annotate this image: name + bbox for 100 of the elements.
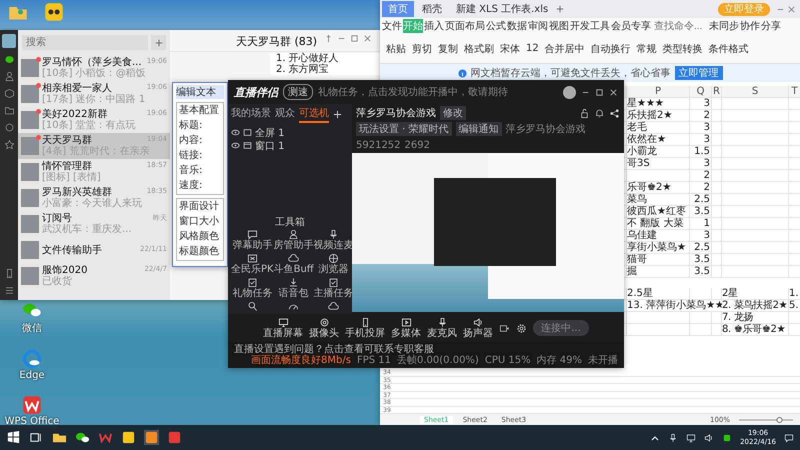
room-setting-button[interactable]: 玩法设置 · 荣耀时代	[356, 122, 452, 136]
toolbar-button[interactable]: 未同步	[709, 19, 739, 33]
column-header[interactable]: R	[711, 86, 721, 97]
menu-icon[interactable]	[4, 285, 14, 296]
scene-tab[interactable]: 可选机	[299, 106, 329, 123]
contacts-icon[interactable]	[4, 71, 14, 82]
tool-button[interactable]: 全民乐PK	[231, 253, 274, 275]
ribbon-button[interactable]: 剪切	[412, 42, 432, 56]
menu-tab[interactable]: 页面布局	[445, 19, 485, 33]
chat-title: 天天罗马群 (83)	[235, 34, 318, 49]
toolbar-button[interactable]: 分享	[761, 19, 781, 33]
edit-button[interactable]: 修改	[440, 106, 466, 120]
column-header[interactable]: S	[721, 86, 788, 97]
column-header[interactable]: T	[788, 86, 800, 97]
table-cell: 2.5	[694, 242, 710, 253]
room-title: 萍乡罗马协会游戏	[356, 106, 436, 120]
stream-control-button[interactable]: 直播屏幕	[263, 317, 304, 339]
ribbon-button[interactable]: 类型转换	[662, 42, 703, 56]
lock-icon[interactable]	[579, 108, 590, 118]
column-header[interactable]: P	[626, 86, 689, 97]
checklist-icon	[328, 277, 340, 288]
ribbon-button[interactable]: 宋体	[500, 42, 520, 56]
chat-name: 罗马新兴英雄群	[42, 187, 112, 198]
eye-icon[interactable]	[231, 128, 240, 137]
menu-tab[interactable]: 公式	[486, 19, 506, 33]
new-tab-icon[interactable]	[556, 5, 564, 13]
tool-button[interactable]: 房管助手	[274, 229, 314, 251]
settings-icon[interactable]	[516, 322, 528, 334]
stream-control-button[interactable]: 扬声器	[463, 317, 494, 339]
cube-icon[interactable]	[4, 88, 14, 99]
tray-app-icon[interactable]	[722, 432, 732, 442]
column-header[interactable]: Q	[689, 86, 711, 97]
scene-tab[interactable]: 观众	[275, 106, 295, 123]
desktop-icon-label[interactable]: Edge	[19, 370, 45, 381]
help-link[interactable]: 直播设置遇到问题？点击查看可联系专职客服	[234, 344, 618, 355]
table-cell: 3	[704, 98, 710, 109]
chat-bubbles-icon[interactable]	[75, 430, 90, 445]
ribbon-button[interactable]: 复制	[438, 42, 458, 56]
microphone-icon[interactable]	[668, 432, 678, 442]
stream-control-button[interactable]: 麦克风	[427, 317, 458, 339]
eye-icon[interactable]	[231, 141, 240, 150]
chat-name: 订阅号	[42, 213, 72, 224]
ribbon-button[interactable]: 常规	[636, 42, 657, 56]
menu-tab[interactable]: 视图	[549, 19, 569, 33]
pin-icon[interactable]	[324, 34, 333, 43]
ribbon-button[interactable]: 12	[526, 42, 539, 56]
close-icon[interactable]	[609, 88, 618, 96]
notification-icon[interactable]	[784, 432, 794, 442]
add-button[interactable]	[151, 35, 166, 50]
star-icon[interactable]	[4, 139, 14, 150]
maximize-icon[interactable]	[350, 34, 359, 43]
browser-icon[interactable]	[22, 349, 42, 369]
ribbon-button[interactable]: 粘贴	[386, 42, 406, 56]
toolbar-button[interactable]: 协作	[740, 19, 760, 33]
ribbon-button[interactable]: 格式刷	[464, 42, 494, 56]
command-search-field[interactable]: 查找命令...	[654, 20, 708, 32]
slider-thumb[interactable]	[776, 416, 782, 422]
network-icon[interactable]	[686, 432, 696, 442]
volume-icon[interactable]	[704, 432, 714, 442]
wps-logo-icon[interactable]	[22, 395, 42, 415]
share-icon[interactable]	[609, 108, 620, 118]
menu-tab[interactable]: 审阅	[528, 19, 548, 33]
stream-control-button[interactable]: 手机投屏	[345, 317, 386, 339]
close-icon[interactable]	[363, 34, 372, 43]
tool-button[interactable]: 浏览器	[314, 253, 354, 275]
table-cell: 2. 菜鸟扶摇2★	[722, 300, 788, 311]
tool-button[interactable]: 语音包	[274, 277, 314, 299]
speed-test-button[interactable]: 测速	[283, 84, 313, 100]
chat-icon[interactable]	[4, 54, 14, 65]
app-icon[interactable]	[167, 430, 182, 445]
record-icon[interactable]	[499, 322, 510, 334]
table-cell: 乌佳建	[627, 230, 657, 241]
start-icon[interactable]	[6, 430, 21, 445]
source-item[interactable]: 全屏 1	[255, 126, 285, 140]
menu-tab[interactable]: 插入	[424, 19, 444, 33]
manage-button[interactable]: 立即管理	[674, 66, 722, 80]
stream-control-button[interactable]: 多媒体	[391, 317, 422, 339]
menu-tab[interactable]: 数据	[507, 19, 527, 33]
zoom-slider[interactable]	[736, 416, 796, 422]
tool-button[interactable]: 主播任务	[314, 277, 354, 299]
ribbon-button[interactable]: 条件格式	[708, 42, 749, 56]
tool-button[interactable]: 斗鱼Buff	[274, 253, 314, 275]
menu-tab[interactable]: 会员专享	[611, 19, 651, 33]
folder-icon[interactable]	[4, 105, 14, 116]
tool-button[interactable]: 弹幕助手	[231, 229, 274, 251]
menu-tab[interactable]: 开发工具	[570, 19, 610, 33]
bell-icon[interactable]	[594, 108, 605, 118]
scene-tab[interactable]: 我的场景	[231, 106, 271, 123]
ribbon-button[interactable]: 合并居中	[544, 42, 585, 56]
avatar-placeholder[interactable]	[563, 86, 576, 98]
room-setting-button[interactable]: 编辑通知	[456, 122, 502, 136]
stream-control-button[interactable]: 摄像头	[309, 317, 340, 339]
search-field[interactable]: 搜索	[22, 35, 148, 50]
menu-tab[interactable]: 文件	[382, 19, 402, 33]
maximize-icon[interactable]	[595, 88, 604, 96]
tool-button[interactable]: 礼物任务	[231, 277, 274, 299]
message-preview: 武汉机车：重庆发...	[42, 224, 133, 235]
add-icon[interactable]	[333, 110, 342, 119]
ribbon-button[interactable]: 自动换行	[590, 42, 631, 56]
source-item[interactable]: 窗口 1	[255, 138, 285, 152]
